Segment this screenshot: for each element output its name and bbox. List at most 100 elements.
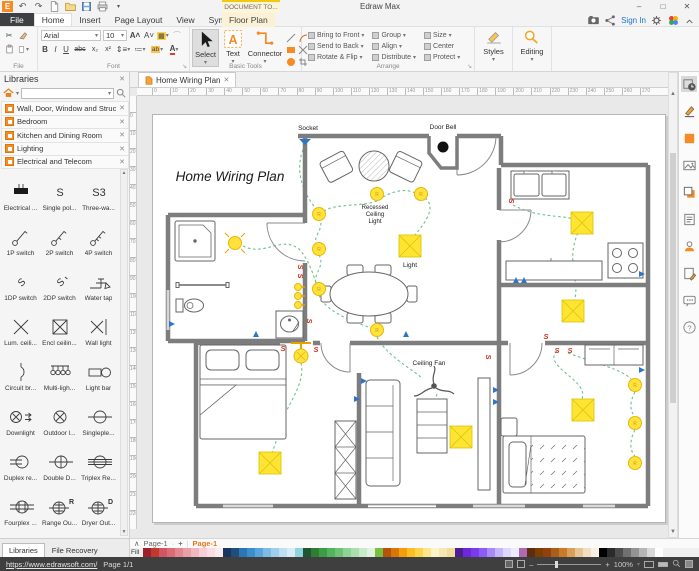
superscript-button[interactable]: x² xyxy=(103,44,113,55)
note-panel-icon[interactable] xyxy=(681,211,697,227)
arrange-center[interactable]: Center xyxy=(424,41,460,51)
pan-window-icon[interactable] xyxy=(685,560,693,568)
connector-tool[interactable]: Connector▾ xyxy=(246,29,284,65)
color-swatch[interactable] xyxy=(623,548,631,557)
color-swatch[interactable] xyxy=(415,548,423,557)
dining-set[interactable] xyxy=(321,265,417,323)
new-document-icon[interactable] xyxy=(48,1,61,13)
paste-icon[interactable] xyxy=(3,44,15,55)
color-swatch[interactable] xyxy=(303,548,311,557)
page-tab[interactable]: Page-1 xyxy=(144,539,168,548)
color-swatch[interactable] xyxy=(535,548,543,557)
customize-toolbar-icon[interactable]: ▾ xyxy=(112,1,125,13)
library-symbol-triplex-re[interactable]: Triplex Re... xyxy=(79,439,118,484)
color-swatch[interactable] xyxy=(255,548,263,557)
addins-brand-icon[interactable] xyxy=(667,14,680,27)
menu-tab-home[interactable]: Home xyxy=(34,13,73,26)
color-swatch[interactable] xyxy=(495,548,503,557)
library-symbol-encl-ceilin[interactable]: Encl ceilin... xyxy=(40,304,79,349)
wall-lights[interactable] xyxy=(295,284,306,309)
color-swatch[interactable] xyxy=(263,548,271,557)
color-swatch[interactable] xyxy=(239,548,247,557)
canvas-vertical-scrollbar[interactable]: ▲ ▼ xyxy=(668,72,678,538)
library-symbol-light-bar[interactable]: Light bar xyxy=(79,349,118,394)
color-swatch[interactable] xyxy=(503,548,511,557)
edrawsoft-link[interactable]: https://www.edrawsoft.com/ xyxy=(6,560,97,569)
share-icon[interactable] xyxy=(604,14,617,27)
text-background-icon[interactable]: ab▾ xyxy=(150,44,164,55)
library-scrollbar[interactable]: ▲ ▼ xyxy=(120,169,128,536)
open-folder-icon[interactable] xyxy=(64,1,77,13)
color-swatch[interactable] xyxy=(231,548,239,557)
font-dialog-launcher-icon[interactable]: ↘ xyxy=(182,63,187,70)
color-swatch[interactable] xyxy=(295,548,303,557)
library-symbol-fourplex[interactable]: Fourplex ... xyxy=(1,484,40,529)
italic-button[interactable]: I xyxy=(52,44,59,55)
library-symbol-2dp-switch[interactable]: S2DP switch xyxy=(40,259,79,304)
settings-gear-icon[interactable] xyxy=(650,14,663,27)
category-close-icon[interactable]: ✕ xyxy=(119,131,125,139)
color-swatch[interactable] xyxy=(431,548,439,557)
fit-page-icon[interactable] xyxy=(517,560,525,568)
library-symbol-wp[interactable]: WP xyxy=(1,529,40,536)
cut-icon[interactable]: ✂ xyxy=(3,30,15,41)
color-swatch[interactable] xyxy=(615,548,623,557)
library-symbol-double-d[interactable]: Double D... xyxy=(40,439,79,484)
underline-button[interactable]: U xyxy=(62,44,70,55)
theme-panel-icon[interactable] xyxy=(681,76,697,92)
color-swatch[interactable] xyxy=(559,548,567,557)
pen-panel-icon[interactable] xyxy=(681,103,697,119)
ceiling-fan[interactable] xyxy=(414,366,454,396)
arrange-size[interactable]: Size▾ xyxy=(424,30,460,40)
library-symbol-multi-ligh[interactable]: Multi-ligh... xyxy=(40,349,79,394)
color-swatch[interactable] xyxy=(543,548,551,557)
fill-panel-icon[interactable] xyxy=(681,130,697,146)
pic-panel-icon[interactable] xyxy=(681,157,697,173)
library-symbol-2p-switch[interactable]: 2P switch xyxy=(40,214,79,259)
library-symbol-outdoor-l[interactable]: Outdoor l... xyxy=(40,394,79,439)
arrange-bring-to-front[interactable]: Bring to Front▾ xyxy=(308,30,364,40)
rectangle-tool-icon[interactable] xyxy=(286,42,297,53)
library-symbol-1dp-switch[interactable]: S1DP switch xyxy=(1,259,40,304)
library-symbol-range-ou[interactable]: RRange Ou... xyxy=(40,484,79,529)
library-symbol-downlight[interactable]: Downlight xyxy=(1,394,40,439)
living-room-furniture[interactable] xyxy=(319,150,423,183)
color-swatch[interactable] xyxy=(183,548,191,557)
category-close-icon[interactable]: ✕ xyxy=(119,118,125,126)
color-swatch[interactable] xyxy=(223,548,231,557)
menu-tab-file[interactable]: File xyxy=(0,13,34,26)
color-swatch[interactable] xyxy=(399,548,407,557)
arrange-group[interactable]: Group▾ xyxy=(372,30,416,40)
color-swatch[interactable] xyxy=(567,548,575,557)
color-swatch[interactable] xyxy=(599,548,607,557)
color-swatch[interactable] xyxy=(655,548,663,557)
task-panel-icon[interactable] xyxy=(681,265,697,281)
menu-tab-view[interactable]: View xyxy=(169,13,201,26)
person-panel-icon[interactable] xyxy=(681,238,697,254)
color-swatch[interactable] xyxy=(143,548,151,557)
color-swatch[interactable] xyxy=(319,548,327,557)
arrange-protect[interactable]: Protect▾ xyxy=(424,52,460,62)
color-swatch[interactable] xyxy=(423,548,431,557)
color-swatch[interactable] xyxy=(359,548,367,557)
library-symbol-singleple[interactable]: Singleple... xyxy=(79,394,118,439)
library-home-dropdown[interactable]: ▾ xyxy=(16,90,19,97)
libraries-close-icon[interactable]: ✕ xyxy=(119,75,125,83)
grow-font-icon[interactable]: A˄ xyxy=(129,30,141,41)
active-page-tab[interactable]: Page-1 xyxy=(193,539,218,548)
font-family-select[interactable]: Arial▾ xyxy=(41,30,101,41)
color-swatch[interactable] xyxy=(327,548,335,557)
library-symbol-dryer-out[interactable]: DDryer Out... xyxy=(79,484,118,529)
category-close-icon[interactable]: ✕ xyxy=(119,158,125,166)
arrange-dialog-launcher-icon[interactable]: ↘ xyxy=(467,63,472,70)
color-swatch[interactable] xyxy=(351,548,359,557)
library-symbol-4p-switch[interactable]: 4P switch xyxy=(79,214,118,259)
shrink-font-icon[interactable]: A˅ xyxy=(143,30,155,41)
text-tool[interactable]: A Text▾ xyxy=(221,29,245,65)
color-swatch[interactable] xyxy=(375,548,383,557)
library-category-kitchen-and-dining-room[interactable]: Kitchen and Dining Room✕ xyxy=(1,128,129,142)
menu-tab-page-layout[interactable]: Page Layout xyxy=(108,13,170,26)
color-swatch[interactable] xyxy=(215,548,223,557)
arrange-rotate-flip[interactable]: Rotate & Flip▾ xyxy=(308,52,364,62)
panel-tab-file-recovery[interactable]: File Recovery xyxy=(46,544,104,557)
